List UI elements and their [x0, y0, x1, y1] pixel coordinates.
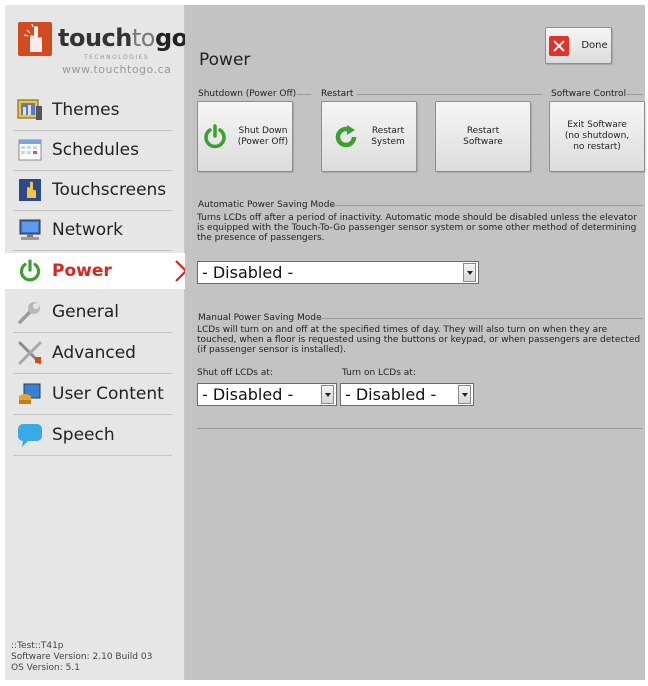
restart-system-button[interactable]: Restart System — [321, 101, 417, 172]
sidebar-item-user-content[interactable]: User Content — [5, 376, 180, 415]
sidebar-item-touchscreens[interactable]: Touchscreens — [5, 172, 180, 211]
wrench-icon — [17, 299, 43, 325]
divider — [13, 414, 172, 415]
shut-off-time-value: - Disabled - — [202, 385, 294, 404]
calendar-icon — [17, 137, 43, 163]
turn-on-label: Turn on LCDs at: — [342, 368, 416, 378]
sidebar-item-label: Speech — [52, 425, 115, 445]
exit-software-label: Exit Software (no shutdown, no restart) — [564, 120, 630, 152]
shutdown-label: Shut Down (Power Off) — [237, 125, 289, 147]
divider — [13, 455, 172, 456]
auto-power-saving-description: Turns LCDs off after a period of inactiv… — [197, 213, 637, 243]
divider — [315, 318, 643, 319]
turn-on-time-value: - Disabled - — [345, 385, 437, 404]
auto-power-saving-label: Automatic Power Saving Mode — [198, 200, 335, 210]
sidebar-item-general[interactable]: General — [5, 294, 180, 333]
themes-icon — [17, 97, 43, 123]
chevron-down-icon[interactable] — [463, 263, 476, 282]
shutdown-button[interactable]: Shut Down (Power Off) — [197, 101, 293, 172]
logo-website: www.touchtogo.ca — [62, 63, 172, 76]
main-panel: Power Done Shutdown (Power Off) Restart … — [185, 5, 645, 680]
group-label-shutdown: Shutdown (Power Off) — [198, 89, 297, 99]
monitor-icon — [17, 217, 43, 243]
sidebar-item-network[interactable]: Network — [5, 212, 180, 251]
power-icon — [17, 258, 43, 284]
divider — [13, 373, 172, 374]
group-label-software-control: Software Control — [551, 89, 627, 99]
divider — [13, 332, 172, 333]
auto-mode-select[interactable]: - Disabled - — [197, 261, 479, 284]
chevron-down-icon[interactable] — [321, 385, 334, 404]
restart-system-label: Restart System — [371, 125, 405, 147]
shut-off-label: Shut off LCDs at: — [197, 368, 273, 378]
divider — [13, 170, 172, 171]
os-version-text: OS Version: 5.1 — [11, 663, 80, 673]
sidebar-item-label: Advanced — [52, 343, 136, 363]
manual-power-saving-description: LCDs will turn on and off at the specifi… — [197, 325, 641, 355]
logo-wordmark: touchtogo — [58, 24, 188, 52]
touchtogo-logo: touchtogo TECHNOLOGIES www.touchtogo.ca — [18, 20, 188, 80]
speech-bubble-icon — [17, 422, 43, 448]
power-icon — [202, 123, 228, 150]
sidebar-item-label: User Content — [52, 384, 164, 404]
page-title: Power — [199, 50, 251, 70]
app-window: touchtogo TECHNOLOGIES www.touchtogo.ca … — [5, 5, 645, 680]
logo-hand-icon — [18, 22, 52, 56]
sidebar-item-advanced[interactable]: Advanced — [5, 335, 180, 374]
tools-icon — [17, 340, 43, 366]
chevron-down-icon[interactable] — [458, 385, 471, 404]
auto-mode-value: - Disabled - — [202, 263, 294, 282]
restart-software-button[interactable]: Restart Software — [435, 101, 531, 172]
sidebar-item-power[interactable]: Power — [5, 253, 188, 289]
divider — [13, 250, 172, 251]
sidebar-item-label: Schedules — [52, 140, 139, 160]
sidebar-item-schedules[interactable]: Schedules — [5, 132, 180, 171]
divider — [13, 130, 172, 131]
divider — [331, 205, 643, 206]
logo-tagline: TECHNOLOGIES — [84, 54, 150, 61]
sidebar-item-label: Touchscreens — [52, 180, 167, 200]
divider — [297, 94, 311, 95]
test-id-text: ::Test::T41p — [11, 641, 64, 651]
sidebar-item-label: General — [52, 302, 119, 322]
sidebar-item-themes[interactable]: Themes — [5, 92, 180, 131]
touch-hand-icon — [17, 177, 43, 203]
software-version-text: Software Version: 2.10 Build 03 — [11, 652, 153, 662]
done-button[interactable]: Done — [545, 27, 612, 64]
user-content-icon — [17, 381, 43, 407]
close-icon — [549, 35, 570, 56]
sidebar-item-speech[interactable]: Speech — [5, 417, 180, 456]
exit-software-button[interactable]: Exit Software (no shutdown, no restart) — [549, 101, 645, 172]
group-label-restart: Restart — [321, 89, 354, 99]
refresh-arrow-icon — [333, 124, 359, 150]
sidebar-item-label: Network — [52, 220, 123, 240]
sidebar: touchtogo TECHNOLOGIES www.touchtogo.ca … — [5, 5, 188, 680]
divider — [13, 210, 172, 211]
shut-off-time-select[interactable]: - Disabled - — [197, 383, 337, 406]
sidebar-item-label: Power — [52, 261, 112, 281]
manual-power-saving-label: Manual Power Saving Mode — [198, 313, 322, 323]
version-info: ::Test::T41p Software Version: 2.10 Buil… — [11, 641, 152, 674]
divider — [627, 94, 643, 95]
divider — [197, 428, 643, 429]
restart-software-label: Restart Software — [463, 125, 503, 147]
sidebar-item-label: Themes — [52, 100, 120, 120]
divider — [357, 94, 542, 95]
done-label: Done — [581, 40, 608, 51]
turn-on-time-select[interactable]: - Disabled - — [340, 383, 474, 406]
